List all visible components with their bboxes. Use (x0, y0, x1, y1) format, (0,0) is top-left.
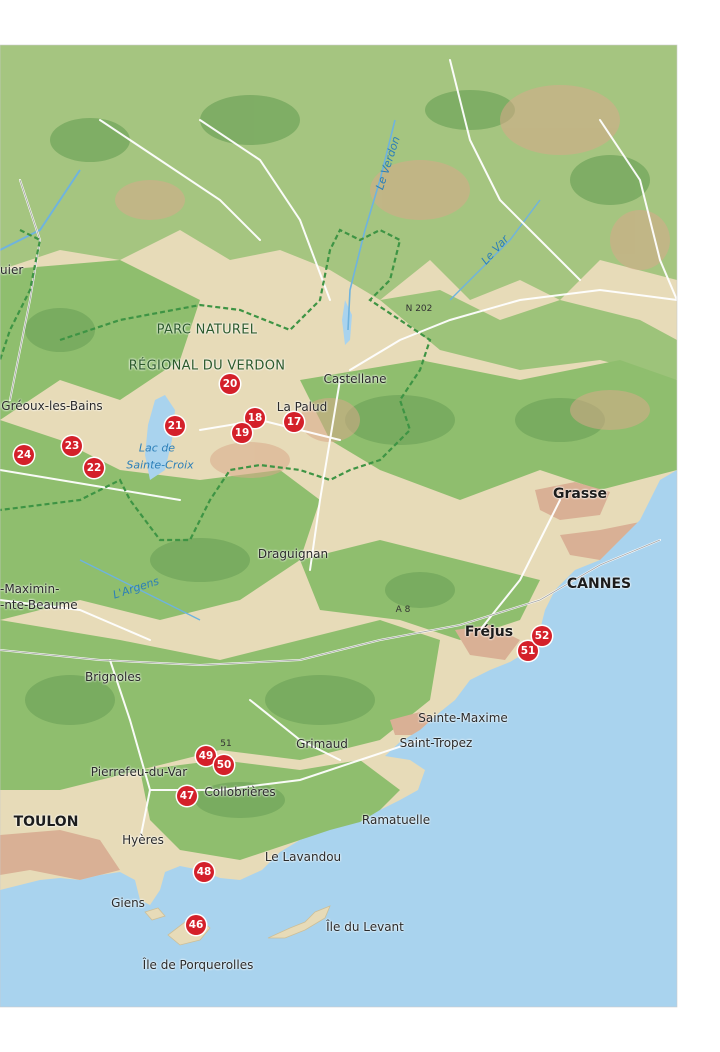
town-label-sainte-maxime: Sainte-Maxime (418, 711, 508, 725)
town-label-cannes: CANNES (566, 576, 632, 592)
site-marker-47[interactable]: 47 (177, 786, 197, 806)
town-label-toulon: TOULON (13, 814, 79, 830)
town-label-grasse: Grasse (552, 486, 608, 502)
town-label-ste-beaume: -nte-Beaume (0, 598, 78, 612)
town-label-brignoles: Brignoles (84, 670, 142, 684)
lake-label-line1: Lac de (138, 441, 176, 455)
park-label-line1: PARC NATUREL (156, 322, 258, 338)
town-label-le-lavandou: Le Lavandou (264, 850, 342, 864)
town-label-giens: Giens (111, 896, 145, 910)
island-label-porquerolles: Île de Porquerolles (142, 958, 254, 972)
site-marker-17[interactable]: 17 (284, 412, 304, 432)
road-label-51: 51 (220, 739, 232, 749)
park-label-line2: RÉGIONAL DU VERDON (128, 358, 286, 374)
site-marker-46[interactable]: 46 (186, 915, 206, 935)
site-marker-48[interactable]: 48 (194, 862, 214, 882)
town-label-castellane: Castellane (323, 372, 387, 386)
site-marker-24[interactable]: 24 (14, 445, 34, 465)
town-label-frejus: Fréjus (464, 624, 514, 640)
town-label-hyeres: Hyères (122, 833, 164, 847)
town-label-saint-tropez: Saint-Tropez (399, 736, 473, 750)
town-label-la-palud: La Palud (276, 400, 328, 414)
town-label-ramatuelle: Ramatuelle (361, 813, 431, 827)
site-marker-20[interactable]: 20 (220, 374, 240, 394)
site-marker-49[interactable]: 49 (196, 746, 216, 766)
town-label-collobrieres: Collobrières (204, 785, 276, 799)
site-marker-23[interactable]: 23 (62, 436, 82, 456)
town-label-pierrefeu: Pierrefeu-du-Var (90, 765, 188, 779)
site-marker-21[interactable]: 21 (165, 416, 185, 436)
town-label-draguignan: Draguignan (257, 547, 329, 561)
road-label-n202: N 202 (405, 304, 433, 314)
road-label-a8: A 8 (395, 605, 411, 615)
site-marker-22[interactable]: 22 (84, 458, 104, 478)
town-label-uier: uier (0, 263, 24, 277)
site-marker-52[interactable]: 52 (532, 626, 552, 646)
lake-label-line2: Sainte-Croix (126, 458, 194, 472)
town-label-st-maximin: -Maximin- (0, 582, 60, 596)
town-label-grimaud: Grimaud (296, 737, 348, 751)
map-canvas[interactable] (0, 0, 720, 1052)
site-marker-50[interactable]: 50 (214, 755, 234, 775)
town-label-greoux: Gréoux-les-Bains (1, 399, 103, 413)
site-marker-19[interactable]: 19 (232, 423, 252, 443)
island-label-levant: Île du Levant (326, 920, 404, 934)
